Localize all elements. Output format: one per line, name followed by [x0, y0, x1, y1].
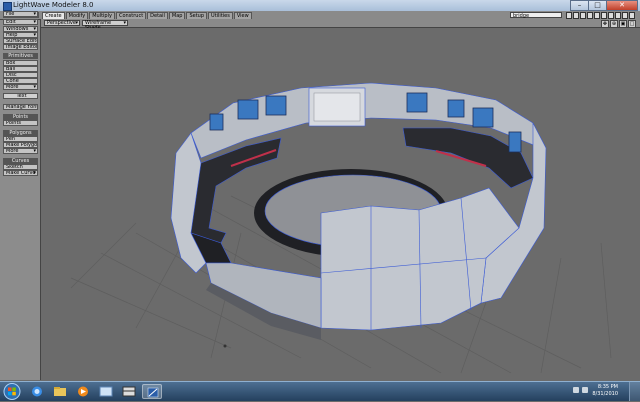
- media-player-taskbar-icon[interactable]: [73, 384, 93, 399]
- tab-utilities[interactable]: Utilities: [208, 12, 233, 19]
- move-view-icon[interactable]: ✥: [601, 20, 609, 28]
- left-monitor-2: [237, 99, 259, 120]
- perspective-viewport[interactable]: [41, 28, 640, 381]
- layout-taskbar-icon[interactable]: [119, 384, 139, 399]
- tab-detail[interactable]: Detail: [147, 12, 168, 19]
- window-title: LightWave Modeler 8.0: [13, 1, 94, 9]
- volume-icon[interactable]: [582, 387, 588, 393]
- make-curve-button[interactable]: Make Curve: [3, 170, 38, 176]
- minimize-button[interactable]: –: [570, 0, 589, 11]
- layer-button[interactable]: [622, 12, 628, 19]
- system-tray: [573, 387, 591, 393]
- back-center-screen: [313, 92, 361, 122]
- left-monitor-3: [265, 95, 287, 116]
- tab-modify[interactable]: Modify: [65, 12, 89, 19]
- tab-multiply[interactable]: Multiply: [89, 12, 115, 19]
- windows-taskbar: 8:35 PM 8/31/2010: [0, 381, 640, 401]
- cursor-marker: [223, 344, 227, 348]
- maximize-button[interactable]: □: [588, 0, 607, 11]
- right-monitor-1: [406, 92, 428, 113]
- menu-tabs: Create Modify Multiply Construct Detail Map Se…: [42, 12, 253, 19]
- manage-fonts-button[interactable]: Manage Fonts: [3, 104, 38, 110]
- tab-construct[interactable]: Construct: [115, 12, 147, 19]
- tab-map[interactable]: Map: [168, 12, 186, 19]
- window-taskbar-icon[interactable]: [96, 384, 116, 399]
- lightwave-taskbar-icon[interactable]: [142, 384, 162, 399]
- render-mode-select[interactable]: Wireframe Shade: [82, 20, 128, 31]
- viewport-controls: ✥ ⊕ ▣ □: [600, 20, 636, 28]
- projection-select[interactable]: Perspective: [44, 20, 80, 26]
- rotate-view-icon[interactable]: ⊕: [610, 20, 618, 28]
- layer-button[interactable]: [594, 12, 600, 19]
- sidebar-edit-button[interactable]: Edit: [3, 19, 38, 25]
- left-monitor-1: [209, 113, 224, 131]
- ie-taskbar-icon[interactable]: [27, 384, 47, 399]
- zoom-view-icon[interactable]: ▣: [619, 20, 627, 28]
- tab-view[interactable]: View: [233, 12, 252, 19]
- layer-button[interactable]: [587, 12, 593, 19]
- layer-button[interactable]: [608, 12, 614, 19]
- close-button[interactable]: ✕: [606, 0, 638, 11]
- polygons-more-button[interactable]: More: [3, 148, 38, 154]
- layer-button[interactable]: [580, 12, 586, 19]
- viewport-header: Perspective Wireframe Shade ✥ ⊕ ▣ □: [41, 19, 640, 31]
- clock-time: 8:35 PM: [597, 384, 618, 390]
- lightwave-icon: [3, 2, 12, 11]
- right-monitor-2: [447, 99, 465, 118]
- clock-date: 8/31/2010: [592, 391, 618, 397]
- layer-select[interactable]: bridge: [510, 12, 562, 19]
- image-editor-button[interactable]: Image Editor: [3, 44, 38, 50]
- bridge-model-render: [70, 82, 612, 374]
- window-controls: – □ ✕: [570, 0, 638, 11]
- tab-setup[interactable]: Setup: [186, 12, 208, 19]
- layer-buttons: [566, 12, 636, 19]
- tool-sidebar: File Edit Windows Help Surface Editor Im…: [0, 11, 41, 380]
- primitives-header: Primitives: [3, 53, 38, 59]
- points-button[interactable]: Points: [3, 120, 38, 126]
- layer-button[interactable]: [601, 12, 607, 19]
- network-icon[interactable]: [573, 387, 579, 393]
- right-monitor-3: [472, 107, 494, 128]
- primitives-more-button[interactable]: More: [3, 84, 38, 90]
- explorer-taskbar-icon[interactable]: [50, 384, 70, 399]
- maximize-view-icon[interactable]: □: [628, 20, 636, 28]
- layer-button[interactable]: [573, 12, 579, 19]
- text-header[interactable]: Text: [3, 93, 38, 99]
- layer-button[interactable]: [629, 12, 635, 19]
- right-monitor-4: [508, 131, 522, 153]
- sidebar-file-button[interactable]: File: [3, 11, 38, 17]
- tab-create[interactable]: Create: [42, 12, 65, 19]
- layer-button[interactable]: [566, 12, 572, 19]
- layer-button[interactable]: [615, 12, 621, 19]
- show-desktop-button[interactable]: [629, 382, 640, 401]
- start-button[interactable]: [1, 382, 23, 401]
- clock[interactable]: 8:35 PM 8/31/2010: [592, 384, 618, 398]
